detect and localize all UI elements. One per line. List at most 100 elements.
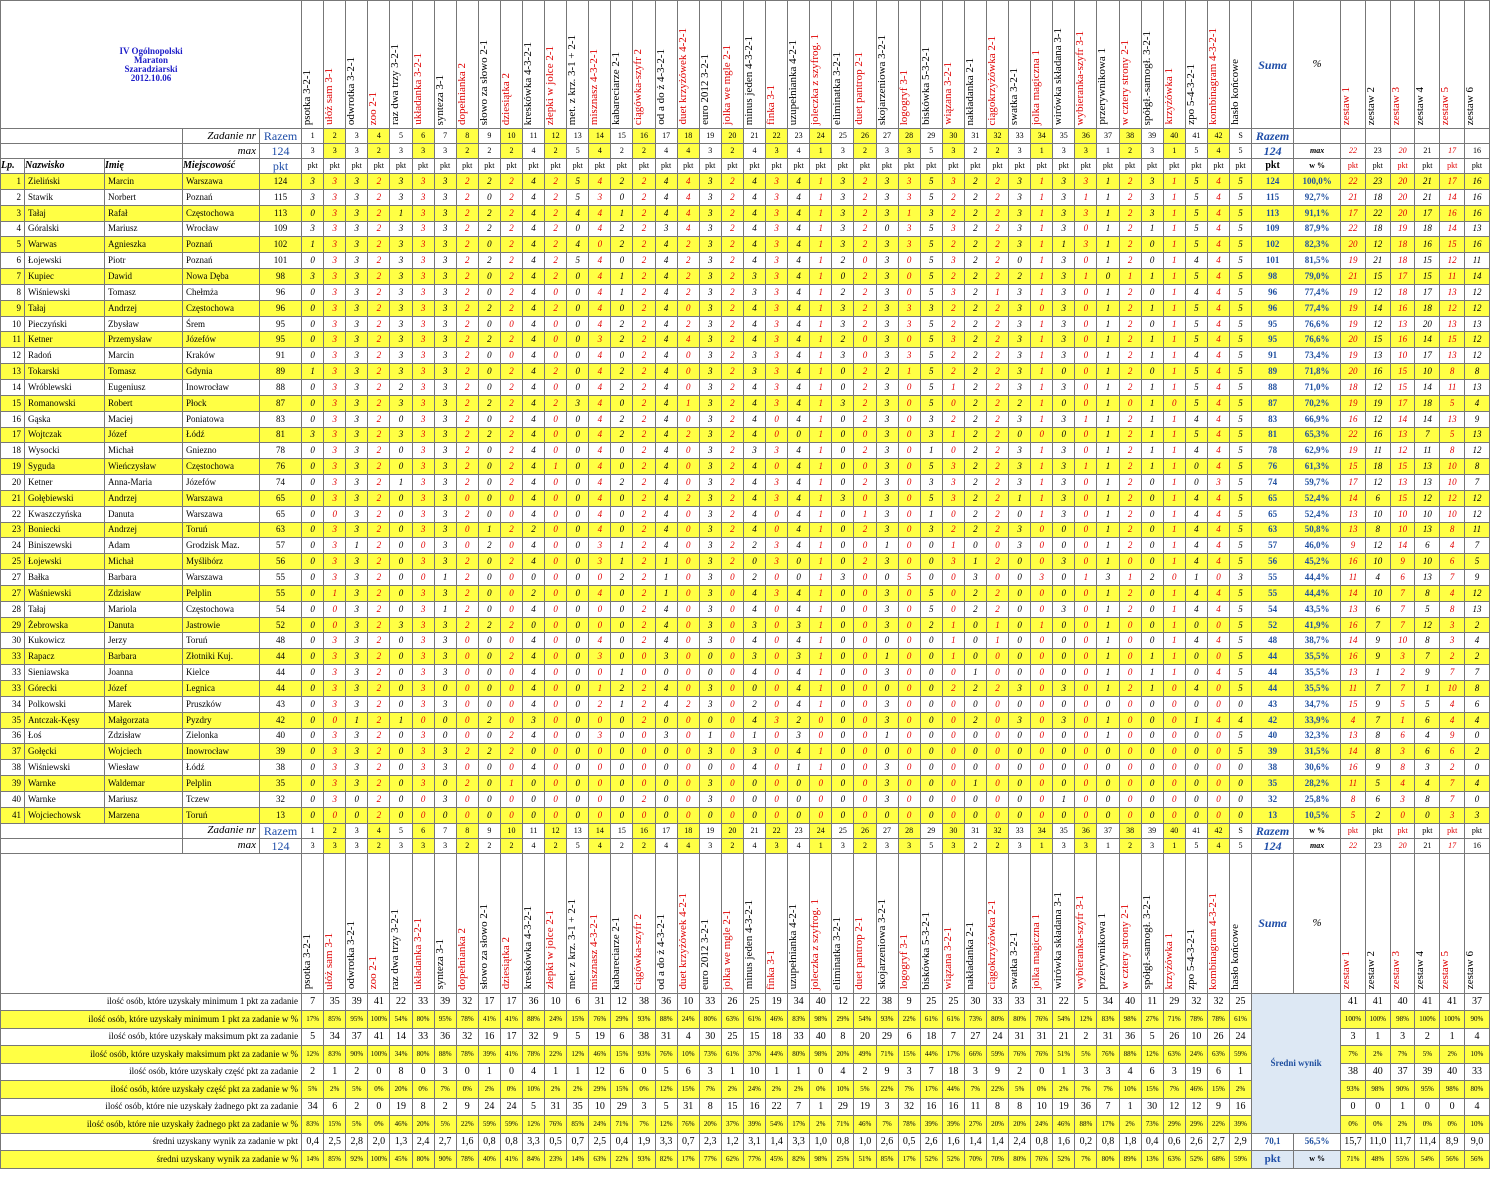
score-cell: 0: [1030, 584, 1054, 602]
score-cell: 2: [985, 394, 1010, 412]
table-row: 15 Romanowski Robert Płock 87 0 3 3 2 3 3 3 2 2 2 4 2 3 4 0…: [0, 394, 1490, 412]
set-cell: 14: [1340, 584, 1366, 602]
score-cell: 1: [809, 331, 833, 349]
score-cell: 0: [1096, 743, 1120, 761]
row-name: Zdzisław: [104, 584, 183, 602]
score-cell: 0: [831, 537, 855, 555]
task-value: 41: [1184, 128, 1208, 144]
task-header: ciągokrzyżówka 2-1: [985, 0, 1010, 129]
task-name: swatka 3-2-1: [1008, 932, 1021, 990]
score-cell: 5: [1228, 584, 1253, 602]
score-cell: 0: [676, 727, 700, 745]
task-value: 9: [477, 128, 501, 144]
score-cell: 1: [809, 680, 833, 697]
score-cell: 4: [588, 584, 612, 602]
score-cell: 2: [941, 521, 965, 539]
stats-value: 35: [323, 992, 347, 1012]
task-value: 3: [765, 143, 789, 159]
row-surname: Romanowski: [24, 394, 105, 412]
set-cell: 8: [1464, 680, 1490, 697]
score-cell: 3: [345, 759, 369, 777]
stats-value: 13%: [1140, 1150, 1164, 1169]
score-cell: 2: [985, 600, 1010, 618]
score-cell: 0: [521, 569, 546, 586]
score-cell: 2: [853, 173, 877, 190]
stats-value: 18: [941, 1062, 965, 1082]
task-value: 5: [389, 822, 413, 839]
task-name: ciągówka-szyfr 2: [632, 48, 645, 125]
score-cell: 3: [1008, 220, 1032, 238]
set-cell: 5: [1340, 806, 1366, 824]
set-cell: 5: [1464, 553, 1490, 571]
score-cell: 0: [1118, 775, 1142, 792]
task-value: 13: [566, 822, 590, 839]
table-row: 41 Wojciechowsk Marzena Toruń 13 0 0 0 2 0 0 0 0 0 0 0 0…: [0, 806, 1490, 824]
score-cell: 0: [654, 743, 678, 761]
stats-value: 38: [632, 992, 656, 1012]
stats-value: 27%: [1140, 1010, 1164, 1029]
score-cell: 3: [323, 283, 347, 301]
score-cell: 2: [985, 458, 1010, 476]
stats-label: ilość osób, które uzyskały maksimum pkt …: [0, 1027, 303, 1047]
score-cell: 3: [875, 458, 899, 476]
table-row: 35 Antczak-Kęsy Małgorzata Pyzdry 42 0 0 1 2 1 0 0 0…: [0, 711, 1490, 729]
row-pct: 82,3%: [1293, 236, 1342, 254]
score-cell: 0: [1096, 695, 1120, 713]
score-cell: 4: [742, 600, 767, 618]
task-value: 9: [477, 822, 501, 839]
row-surname: Tałaj: [24, 600, 105, 618]
row-lp: 41: [0, 806, 25, 824]
score-cell: 3: [433, 204, 457, 222]
score-cell: 3: [897, 236, 921, 254]
score-cell: 0: [345, 806, 369, 824]
score-cell: 1: [1118, 268, 1142, 285]
score-cell: 2: [676, 252, 700, 270]
task-header: jolka we mgle 2-1: [720, 852, 744, 994]
stats-value: 22%: [610, 1150, 634, 1169]
score-cell: 2: [367, 489, 391, 507]
set-value: pkt: [1364, 822, 1391, 839]
task-value: 17: [654, 822, 678, 839]
score-cell: 2: [610, 315, 634, 333]
stats-set-value: 38: [1340, 1062, 1366, 1082]
score-cell: 0: [521, 743, 546, 761]
set-cell: 20: [1340, 331, 1366, 349]
score-cell: 3: [1008, 315, 1032, 333]
score-cell: 0: [897, 474, 921, 491]
set-cell: 15: [1389, 489, 1416, 507]
score-cell: 0: [765, 648, 789, 666]
score-cell: 0: [698, 664, 722, 681]
score-cell: 4: [654, 505, 678, 523]
score-cell: 4: [521, 188, 546, 206]
score-cell: 2: [477, 252, 501, 270]
score-cell: 3: [1052, 252, 1076, 270]
set-cell: 16: [1340, 759, 1366, 777]
pkt-label: pkt: [698, 158, 722, 174]
set-cell: 14: [1389, 537, 1416, 555]
stats-value: 0,8: [499, 1132, 524, 1152]
stats-value: 7%: [1096, 1080, 1120, 1099]
task-value: 21: [742, 822, 767, 839]
score-cell: 4: [787, 188, 811, 206]
score-cell: 0: [676, 299, 700, 317]
score-cell: 2: [367, 268, 391, 285]
row-city: Chełmża: [182, 283, 260, 301]
score-cell: 0: [941, 664, 965, 681]
score-cell: 0: [919, 664, 943, 681]
task-header: w cztery strony 2-1: [1118, 0, 1142, 129]
score-cell: 3: [345, 252, 369, 270]
task-header: złepki w jolce 2-1: [544, 0, 568, 129]
task-value: 34: [1030, 128, 1054, 144]
score-cell: 3: [411, 268, 435, 285]
task-value: 5: [919, 143, 943, 159]
stats-value: 61%: [919, 1010, 943, 1029]
score-cell: 0: [853, 680, 877, 697]
score-cell: 5: [1184, 426, 1208, 444]
score-cell: 2: [455, 505, 479, 523]
score-cell: 2: [985, 268, 1010, 285]
score-cell: 4: [521, 331, 546, 349]
task-header: eliminatka 3-2-1: [831, 852, 855, 994]
score-cell: 2: [1118, 458, 1142, 476]
score-cell: 1: [477, 521, 501, 539]
task-header: synteza 3-1: [433, 0, 457, 129]
